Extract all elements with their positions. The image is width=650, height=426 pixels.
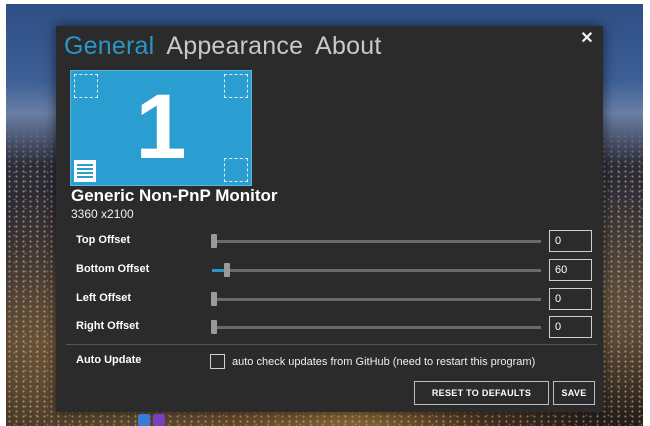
top-offset-row: Top Offset 0: [76, 230, 596, 252]
top-offset-input[interactable]: 0: [549, 230, 592, 252]
right-offset-input[interactable]: 0: [549, 316, 592, 338]
bottom-offset-label: Bottom Offset: [76, 263, 150, 275]
taskbar-icons: [138, 414, 165, 426]
document-icon[interactable]: [74, 160, 96, 182]
top-offset-slider[interactable]: [211, 234, 541, 248]
left-offset-input[interactable]: 0: [549, 288, 592, 310]
monitor-name: Generic Non-PnP Monitor: [71, 186, 278, 205]
save-button[interactable]: SAVE: [553, 381, 595, 405]
auto-update-checkbox[interactable]: [210, 354, 225, 369]
auto-update-label: Auto Update: [76, 354, 142, 366]
bottom-offset-slider[interactable]: [212, 263, 541, 277]
taskbar-app-icon[interactable]: [153, 414, 165, 426]
right-offset-label: Right Offset: [76, 320, 139, 332]
tab-about[interactable]: About: [315, 32, 381, 61]
top-offset-label: Top Offset: [76, 234, 131, 246]
monitor-preview[interactable]: 1: [70, 70, 252, 186]
slider-thumb[interactable]: [211, 320, 217, 334]
bottom-offset-row: Bottom Offset 60: [76, 259, 596, 281]
tab-appearance[interactable]: Appearance: [166, 32, 303, 61]
taskbar-app-icon[interactable]: [138, 414, 150, 426]
slider-thumb[interactable]: [211, 292, 217, 306]
slider-thumb[interactable]: [211, 234, 217, 248]
left-offset-label: Left Offset: [76, 292, 131, 304]
left-offset-row: Left Offset 0: [76, 288, 596, 310]
tab-bar: General Appearance About: [64, 32, 382, 61]
monitor-number: 1: [135, 76, 187, 178]
monitor-resolution: 3360 x2100: [71, 207, 134, 221]
divider: [66, 344, 597, 345]
slider-thumb[interactable]: [224, 263, 231, 277]
settings-dialog: ✕ General Appearance About 1 Generic Non…: [56, 26, 603, 412]
reset-to-defaults-button[interactable]: RESET TO DEFAULTS: [414, 381, 549, 405]
right-offset-slider[interactable]: [211, 320, 541, 334]
right-offset-row: Right Offset 0: [76, 316, 596, 338]
close-icon[interactable]: ✕: [579, 31, 595, 47]
left-offset-slider[interactable]: [211, 292, 541, 306]
tab-general[interactable]: General: [64, 32, 154, 61]
auto-update-text[interactable]: auto check updates from GitHub (need to …: [232, 356, 535, 368]
bottom-offset-input[interactable]: 60: [549, 259, 592, 281]
